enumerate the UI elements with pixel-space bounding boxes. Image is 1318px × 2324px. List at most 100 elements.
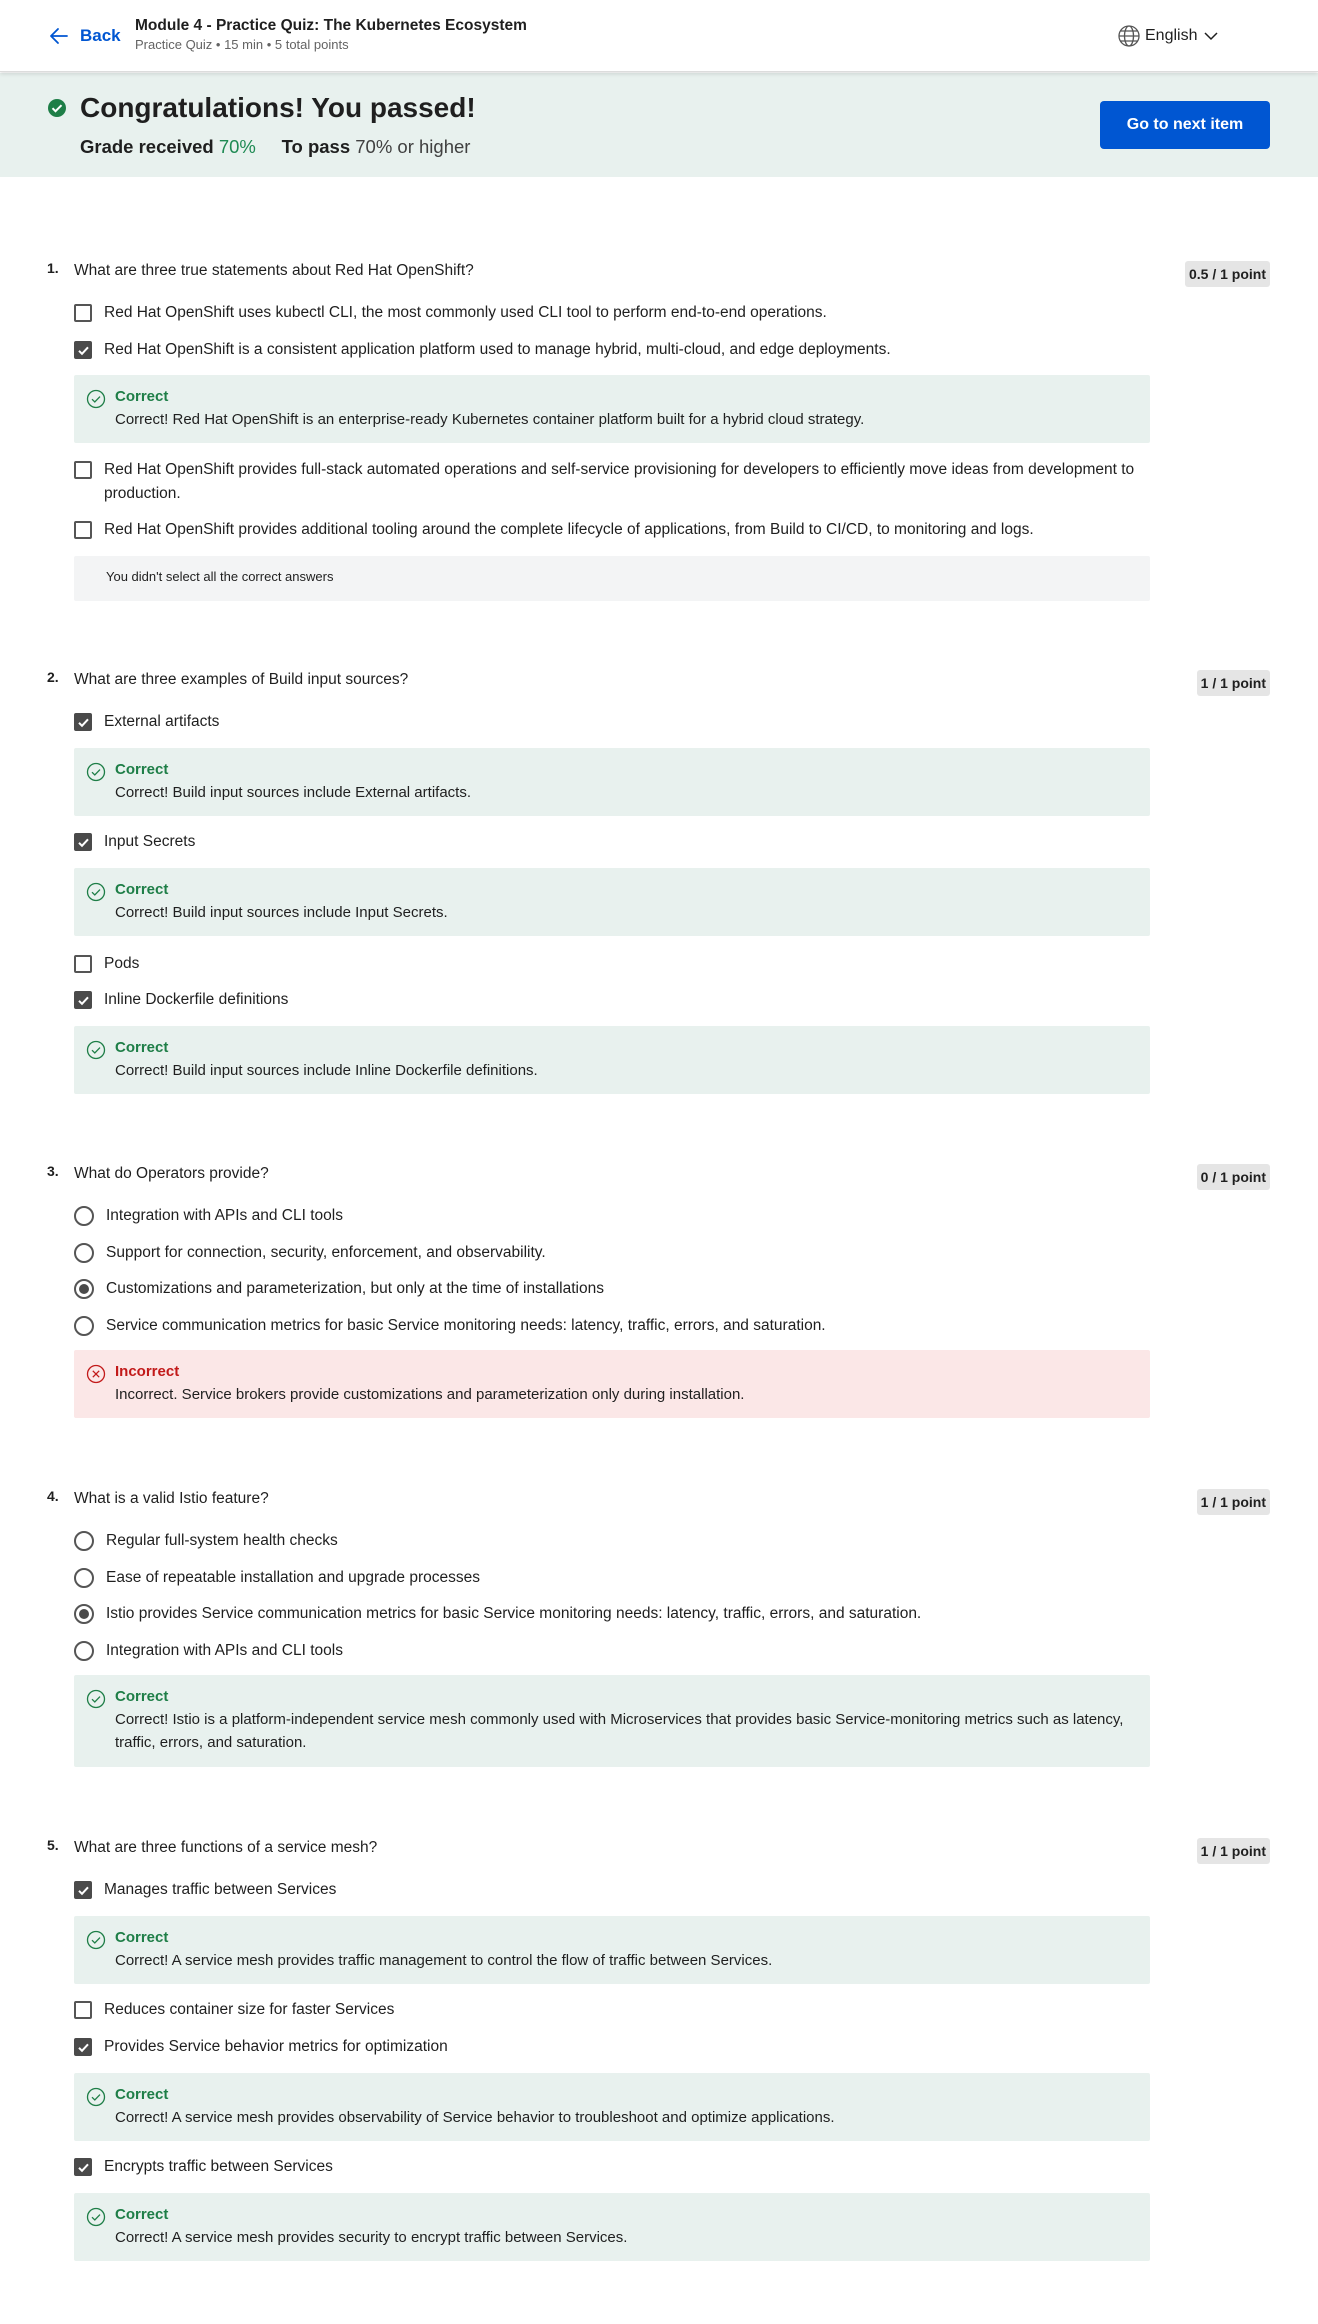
feedback-correct: Correct Correct! Red Hat OpenShift is an…: [74, 375, 1150, 443]
checkbox-checked[interactable]: [74, 2038, 92, 2056]
checkmark-icon: [77, 346, 89, 355]
checkbox-checked[interactable]: [74, 341, 92, 359]
feedback-correct: Correct Correct! A service mesh provides…: [74, 1916, 1150, 1984]
radio-button[interactable]: [74, 1568, 94, 1588]
radio-option[interactable]: Istio provides Service communication met…: [74, 1602, 1154, 1626]
check-circle-outline-icon: [86, 762, 106, 782]
checkbox-option[interactable]: External artifacts: [74, 710, 1154, 734]
check-circle-outline-icon: [86, 1930, 106, 1950]
partial-credit-note: You didn't select all the correct answer…: [74, 556, 1150, 601]
grade-value: 70%: [218, 136, 256, 157]
question-text: What are three functions of a service me…: [74, 1839, 378, 1856]
checkbox-option[interactable]: Red Hat OpenShift provides additional to…: [74, 518, 1154, 542]
option-label: Istio provides Service communication met…: [106, 1605, 922, 1622]
checkbox-checked[interactable]: [74, 991, 92, 1009]
option-label: Encrypts traffic between Services: [104, 2158, 333, 2175]
checkbox[interactable]: [74, 955, 92, 973]
radio-button-selected[interactable]: [74, 1279, 94, 1299]
top-header: Back Module 4 - Practice Quiz: The Kuber…: [0, 0, 1318, 72]
question-text: What are three examples of Build input s…: [74, 671, 409, 688]
feedback-correct: Correct Correct! Build input sources inc…: [74, 868, 1150, 936]
checkbox-option[interactable]: Provides Service behavior metrics for op…: [74, 2035, 1154, 2059]
checkbox[interactable]: [74, 304, 92, 322]
points-badge: 1 / 1 point: [1196, 670, 1270, 696]
question-text: What is a valid Istio feature?: [74, 1490, 269, 1507]
checkmark-icon: [77, 1886, 89, 1895]
radio-option[interactable]: Regular full-system health checks: [74, 1529, 1154, 1553]
feedback-correct: Correct Correct! Build input sources inc…: [74, 748, 1150, 816]
radio-button[interactable]: [74, 1243, 94, 1263]
option-label: Manages traffic between Services: [104, 1881, 337, 1898]
feedback-text: Correct! Build input sources include Inl…: [115, 1062, 538, 1079]
feedback-text: Correct! Istio is a platform-independent…: [115, 1711, 1124, 1751]
feedback-status: Correct: [115, 761, 169, 778]
back-label: Back: [80, 26, 121, 45]
feedback-incorrect: Incorrect Incorrect. Service brokers pro…: [74, 1350, 1150, 1418]
globe-icon: [1118, 25, 1140, 47]
checkbox-checked[interactable]: [74, 713, 92, 731]
checkbox[interactable]: [74, 521, 92, 539]
feedback-status: Correct: [115, 388, 169, 405]
next-item-button[interactable]: Go to next item: [1100, 101, 1270, 149]
question-text: What do Operators provide?: [74, 1165, 269, 1182]
checkbox-option[interactable]: Pods: [74, 952, 1154, 976]
feedback-correct: Correct Correct! A service mesh provides…: [74, 2193, 1150, 2261]
option-label: Support for connection, security, enforc…: [106, 1244, 546, 1261]
checkbox[interactable]: [74, 461, 92, 479]
checkmark-icon: [77, 2043, 89, 2052]
checkmark-icon: [77, 996, 89, 1005]
checkbox[interactable]: [74, 2001, 92, 2019]
question-number: 4.: [47, 1488, 59, 1504]
option-label: Service communication metrics for basic …: [106, 1317, 826, 1334]
checkbox-option[interactable]: Red Hat OpenShift is a consistent applic…: [74, 338, 1154, 362]
option-label: Red Hat OpenShift uses kubectl CLI, the …: [104, 304, 827, 321]
feedback-status: Incorrect: [115, 1363, 180, 1380]
radio-button-selected[interactable]: [74, 1604, 94, 1624]
radio-button[interactable]: [74, 1641, 94, 1661]
checkbox-checked[interactable]: [74, 1881, 92, 1899]
checkbox-option[interactable]: Inline Dockerfile definitions: [74, 988, 1154, 1012]
option-label: Ease of repeatable installation and upgr…: [106, 1569, 480, 1586]
result-banner: Congratulations! You passed! Grade recei…: [0, 73, 1318, 177]
checkbox-checked[interactable]: [74, 2158, 92, 2176]
note-text: You didn't select all the correct answer…: [106, 569, 334, 584]
option-label: Red Hat OpenShift is a consistent applic…: [104, 341, 891, 358]
checkbox-option[interactable]: Manages traffic between Services: [74, 1878, 1154, 1902]
points-badge: 0 / 1 point: [1196, 1164, 1270, 1190]
radio-option[interactable]: Customizations and parameterization, but…: [74, 1277, 1154, 1301]
checkbox-checked[interactable]: [74, 833, 92, 851]
feedback-text: Correct! Red Hat OpenShift is an enterpr…: [115, 411, 865, 428]
feedback-text: Correct! Build input sources include Inp…: [115, 904, 448, 921]
radio-option[interactable]: Integration with APIs and CLI tools: [74, 1639, 1154, 1663]
option-label: External artifacts: [104, 713, 220, 730]
radio-button[interactable]: [74, 1531, 94, 1551]
radio-option[interactable]: Integration with APIs and CLI tools: [74, 1204, 1154, 1228]
language-selector[interactable]: English: [1117, 23, 1219, 49]
radio-button[interactable]: [74, 1206, 94, 1226]
checkbox-option[interactable]: Red Hat OpenShift provides full-stack au…: [74, 458, 1154, 506]
radio-option[interactable]: Support for connection, security, enforc…: [74, 1241, 1154, 1265]
feedback-status: Correct: [115, 1929, 169, 1946]
checkbox-option[interactable]: Reduces container size for faster Servic…: [74, 1998, 1154, 2022]
question-text: What are three true statements about Red…: [74, 262, 474, 279]
option-label: Reduces container size for faster Servic…: [104, 2001, 395, 2018]
quiz-meta: Practice Quiz • 15 min • 5 total points: [135, 37, 349, 52]
check-circle-outline-icon: [86, 882, 106, 902]
points-badge: 0.5 / 1 point: [1184, 261, 1270, 287]
checkbox-option[interactable]: Red Hat OpenShift uses kubectl CLI, the …: [74, 301, 1154, 325]
option-label: Integration with APIs and CLI tools: [106, 1642, 343, 1659]
check-circle-outline-icon: [86, 2207, 106, 2227]
checkmark-icon: [77, 838, 89, 847]
option-label: Provides Service behavior metrics for op…: [104, 2038, 448, 2055]
x-circle-icon: [86, 1364, 106, 1384]
back-button[interactable]: Back: [48, 22, 121, 50]
radio-option[interactable]: Service communication metrics for basic …: [74, 1314, 1154, 1338]
feedback-status: Correct: [115, 1039, 169, 1056]
option-label: Customizations and parameterization, but…: [106, 1280, 604, 1297]
radio-button[interactable]: [74, 1316, 94, 1336]
radio-option[interactable]: Ease of repeatable installation and upgr…: [74, 1566, 1154, 1590]
grade-label: Grade received: [80, 136, 214, 157]
checkbox-option[interactable]: Input Secrets: [74, 830, 1154, 854]
feedback-status: Correct: [115, 2086, 169, 2103]
checkbox-option[interactable]: Encrypts traffic between Services: [74, 2155, 1154, 2179]
